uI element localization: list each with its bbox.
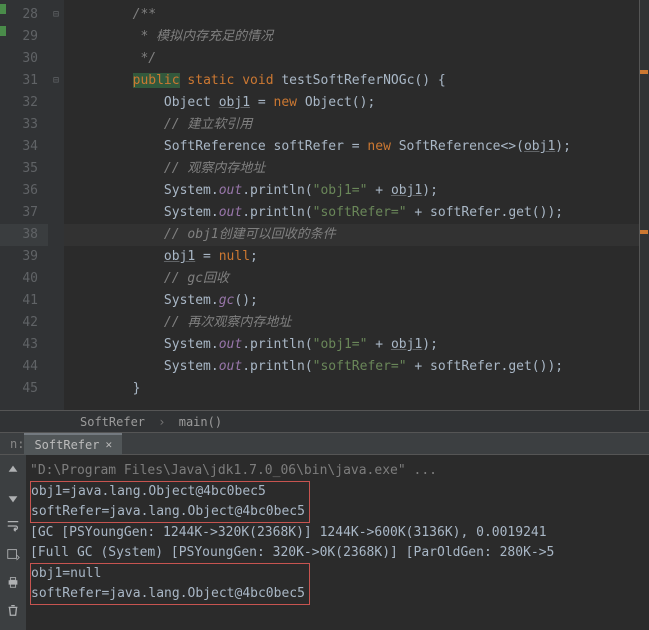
breadcrumb-class[interactable]: SoftRefer xyxy=(80,415,145,429)
code-line[interactable]: } xyxy=(64,378,639,400)
line-number[interactable]: 32 xyxy=(0,92,48,114)
code-line[interactable]: // 观察内存地址 xyxy=(64,158,639,180)
run-toolbar: n: SoftRefer ✕ xyxy=(0,432,649,454)
code-line[interactable]: System.out.println("softRefer=" + softRe… xyxy=(64,356,639,378)
warning-mark[interactable] xyxy=(640,230,648,234)
breadcrumb-sep: › xyxy=(158,415,165,429)
line-number[interactable]: 34 xyxy=(0,136,48,158)
fold-handle[interactable]: ⊟ xyxy=(48,70,64,92)
line-number[interactable]: 37 xyxy=(0,202,48,224)
wrap-icon[interactable] xyxy=(6,519,20,537)
fold-handle[interactable] xyxy=(48,290,64,312)
console-line: obj1=java.lang.Object@4bc0bec5 xyxy=(31,482,305,502)
console-cmd: "D:\Program Files\Java\jdk1.7.0_06\bin\j… xyxy=(30,461,645,481)
line-number-gutter[interactable]: 282930313233343536373839404142434445 xyxy=(0,0,48,410)
highlight-box-2: obj1=null softRefer=java.lang.Object@4bc… xyxy=(30,563,310,605)
console-line: softRefer=java.lang.Object@4bc0bec5 xyxy=(31,502,305,522)
fold-handle[interactable] xyxy=(48,268,64,290)
code-editor[interactable]: 282930313233343536373839404142434445 ⊟⊟ … xyxy=(0,0,649,410)
line-number[interactable]: 36 xyxy=(0,180,48,202)
fold-handle[interactable] xyxy=(48,48,64,70)
up-icon[interactable] xyxy=(6,463,20,481)
code-line[interactable]: // 建立软引用 xyxy=(64,114,639,136)
fold-handle[interactable] xyxy=(48,180,64,202)
fold-handle[interactable] xyxy=(48,334,64,356)
line-number[interactable]: 28 xyxy=(0,4,48,26)
fold-handle[interactable] xyxy=(48,92,64,114)
console-line: obj1=null xyxy=(31,564,305,584)
breadcrumb-method[interactable]: main() xyxy=(179,415,222,429)
line-number[interactable]: 40 xyxy=(0,268,48,290)
run-tab-label: SoftRefer xyxy=(34,434,99,456)
trash-icon[interactable] xyxy=(6,603,20,621)
fold-handle[interactable] xyxy=(48,158,64,180)
console-line: [GC [PSYoungGen: 1244K->320K(2368K)] 124… xyxy=(30,523,645,543)
run-tab-softrefer[interactable]: SoftRefer ✕ xyxy=(24,433,122,455)
code-area[interactable]: /** * 模拟内存充足的情况 */ public static void te… xyxy=(64,0,639,410)
line-number[interactable]: 43 xyxy=(0,334,48,356)
line-number[interactable]: 39 xyxy=(0,246,48,268)
console-output[interactable]: "D:\Program Files\Java\jdk1.7.0_06\bin\j… xyxy=(26,455,649,630)
code-line[interactable]: Object obj1 = new Object(); xyxy=(64,92,639,114)
code-line[interactable]: // 再次观察内存地址 xyxy=(64,312,639,334)
highlight-box-1: obj1=java.lang.Object@4bc0bec5 softRefer… xyxy=(30,481,310,523)
code-line[interactable]: // obj1创建可以回收的条件 xyxy=(64,224,639,246)
fold-handle[interactable] xyxy=(48,224,64,246)
code-line[interactable]: System.out.println("softRefer=" + softRe… xyxy=(64,202,639,224)
fold-handle[interactable] xyxy=(48,356,64,378)
line-number[interactable]: 41 xyxy=(0,290,48,312)
console-line: [Full GC (System) [PSYoungGen: 320K->0K(… xyxy=(30,543,645,563)
code-line[interactable]: System.gc(); xyxy=(64,290,639,312)
line-number[interactable]: 35 xyxy=(0,158,48,180)
code-line[interactable]: obj1 = null; xyxy=(64,246,639,268)
code-line[interactable]: // gc回收 xyxy=(64,268,639,290)
fold-handle[interactable] xyxy=(48,136,64,158)
fold-handle[interactable] xyxy=(48,26,64,48)
console-toolbar xyxy=(0,455,26,630)
fold-handle[interactable] xyxy=(48,246,64,268)
scroll-icon[interactable] xyxy=(6,547,20,565)
line-number[interactable]: 31 xyxy=(0,70,48,92)
fold-handle[interactable] xyxy=(48,378,64,400)
console-line: softRefer=java.lang.Object@4bc0bec5 xyxy=(31,584,305,604)
fold-handle[interactable] xyxy=(48,312,64,334)
line-number[interactable]: 38 xyxy=(0,224,48,246)
close-icon[interactable]: ✕ xyxy=(105,434,112,456)
line-number[interactable]: 33 xyxy=(0,114,48,136)
breadcrumb[interactable]: SoftRefer › main() xyxy=(0,410,649,432)
code-line[interactable]: /** xyxy=(64,4,639,26)
run-label: n: xyxy=(0,433,24,455)
line-number[interactable]: 30 xyxy=(0,48,48,70)
code-line[interactable]: SoftReference softRefer = new SoftRefere… xyxy=(64,136,639,158)
line-number[interactable]: 29 xyxy=(0,26,48,48)
code-line[interactable]: * 模拟内存充足的情况 xyxy=(64,26,639,48)
line-number[interactable]: 44 xyxy=(0,356,48,378)
down-icon[interactable] xyxy=(6,491,20,509)
warning-mark[interactable] xyxy=(640,70,648,74)
console-panel: "D:\Program Files\Java\jdk1.7.0_06\bin\j… xyxy=(0,454,649,630)
fold-handle[interactable] xyxy=(48,202,64,224)
fold-column[interactable]: ⊟⊟ xyxy=(48,0,64,410)
error-stripe[interactable] xyxy=(639,0,649,410)
code-line[interactable]: System.out.println("obj1=" + obj1); xyxy=(64,334,639,356)
fold-handle[interactable]: ⊟ xyxy=(48,4,64,26)
code-line[interactable]: */ xyxy=(64,48,639,70)
code-line[interactable]: public static void testSoftReferNOGc() { xyxy=(64,70,639,92)
line-number[interactable]: 45 xyxy=(0,378,48,400)
code-line[interactable]: System.out.println("obj1=" + obj1); xyxy=(64,180,639,202)
line-number[interactable]: 42 xyxy=(0,312,48,334)
print-icon[interactable] xyxy=(6,575,20,593)
fold-handle[interactable] xyxy=(48,114,64,136)
